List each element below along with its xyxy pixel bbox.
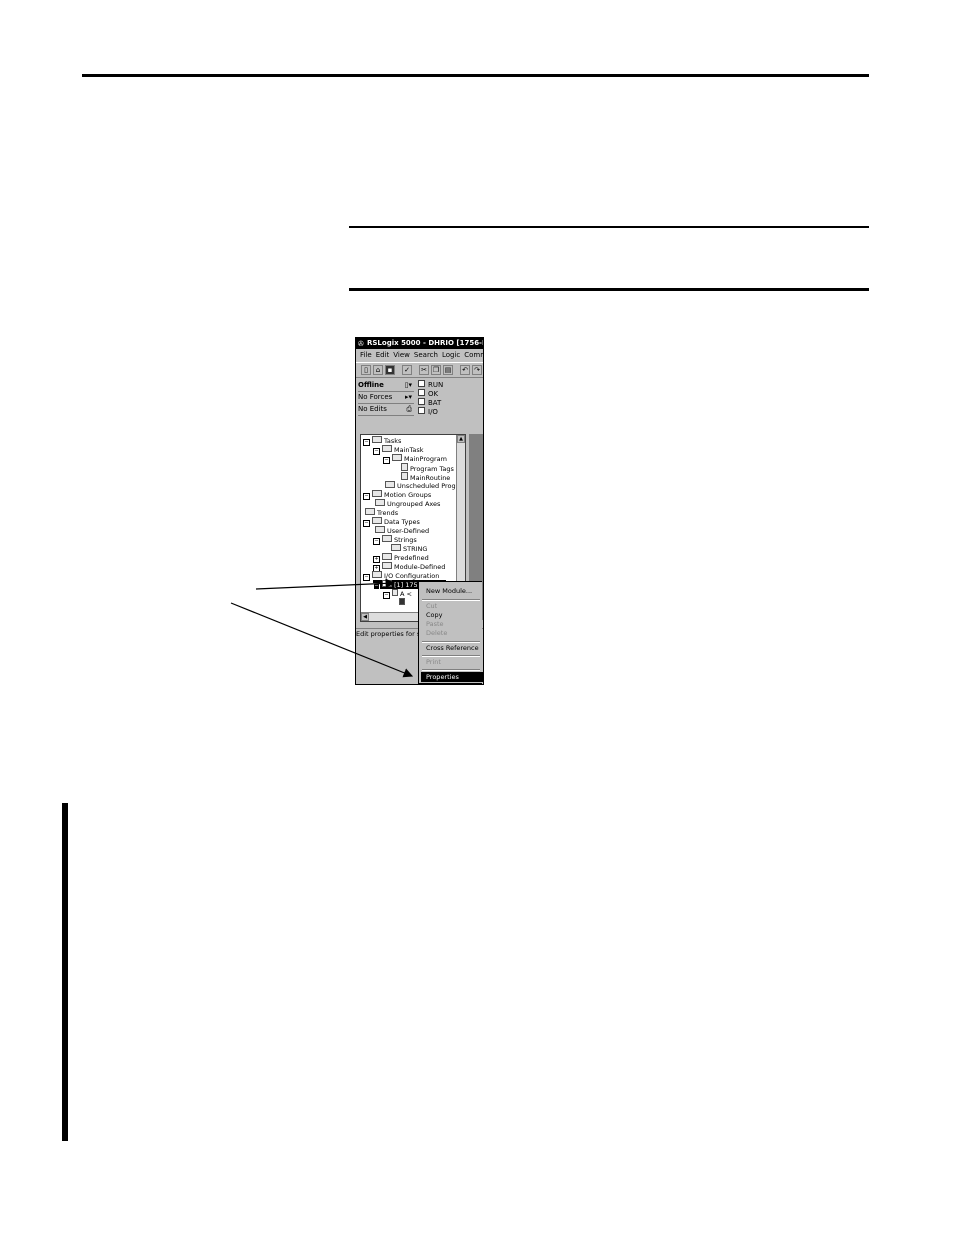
callout-lines xyxy=(230,578,414,678)
callout-to-properties xyxy=(230,602,414,678)
callout-to-module xyxy=(255,578,396,590)
